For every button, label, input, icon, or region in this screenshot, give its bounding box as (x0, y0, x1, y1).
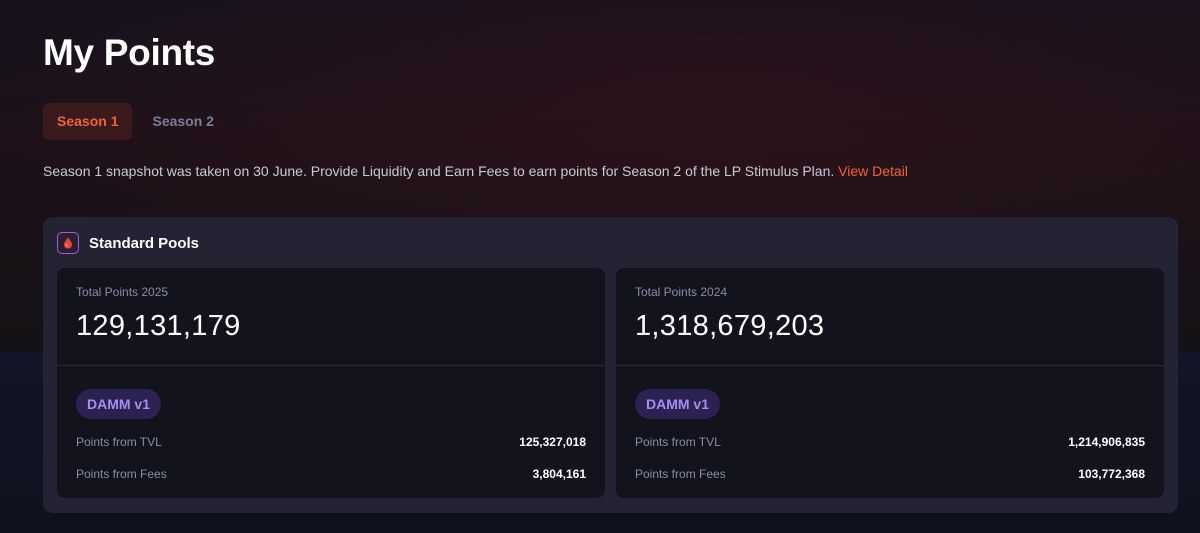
total-points-label: Total Points 2024 (635, 285, 728, 299)
notice-text: Season 1 snapshot was taken on 30 June. … (43, 163, 835, 179)
fees-points-label: Points from Fees (76, 467, 167, 481)
standard-pools-panel: Standard Pools Total Points 2025 129,131… (43, 217, 1178, 513)
fees-points-value: 3,804,161 (532, 467, 586, 481)
tvl-points-row: Points from TVL 125,327,018 (76, 434, 586, 450)
card-summary: Total Points 2024 1,318,679,203 (616, 268, 1164, 366)
page-content: My Points Season 1 Season 2 Season 1 sna… (0, 0, 1200, 533)
tvl-points-label: Points from TVL (635, 435, 721, 449)
pool-type-badge: DAMM v1 (76, 389, 162, 419)
tvl-points-row: Points from TVL 1,214,906,835 (635, 434, 1145, 450)
tvl-points-value: 125,327,018 (519, 435, 586, 449)
pool-type-badge: DAMM v1 (635, 389, 721, 419)
tab-season-2[interactable]: Season 2 (136, 103, 229, 140)
panel-title: Standard Pools (89, 234, 200, 252)
total-points-value: 1,318,679,203 (635, 310, 825, 342)
tvl-points-value: 1,214,906,835 (1068, 435, 1145, 449)
fees-points-row: Points from Fees 103,772,368 (635, 466, 1145, 482)
total-points-value: 129,131,179 (76, 310, 241, 342)
fees-points-value: 103,772,368 (1078, 467, 1145, 481)
fees-points-label: Points from Fees (635, 467, 726, 481)
page-title: My Points (43, 32, 216, 73)
season-notice: Season 1 snapshot was taken on 30 June. … (43, 163, 908, 179)
droplet-icon (57, 232, 79, 254)
view-detail-link[interactable]: View Detail (838, 163, 908, 179)
points-card-2025: Total Points 2025 129,131,179 DAMM v1 Po… (57, 268, 605, 498)
panel-header: Standard Pools (57, 231, 199, 255)
points-card-2024: Total Points 2024 1,318,679,203 DAMM v1 … (616, 268, 1164, 498)
fees-points-row: Points from Fees 3,804,161 (76, 466, 586, 482)
tab-season-1[interactable]: Season 1 (43, 103, 133, 140)
tvl-points-label: Points from TVL (76, 435, 162, 449)
season-tabs: Season 1 Season 2 (43, 103, 230, 140)
total-points-label: Total Points 2025 (76, 285, 169, 299)
card-summary: Total Points 2025 129,131,179 (57, 268, 605, 366)
